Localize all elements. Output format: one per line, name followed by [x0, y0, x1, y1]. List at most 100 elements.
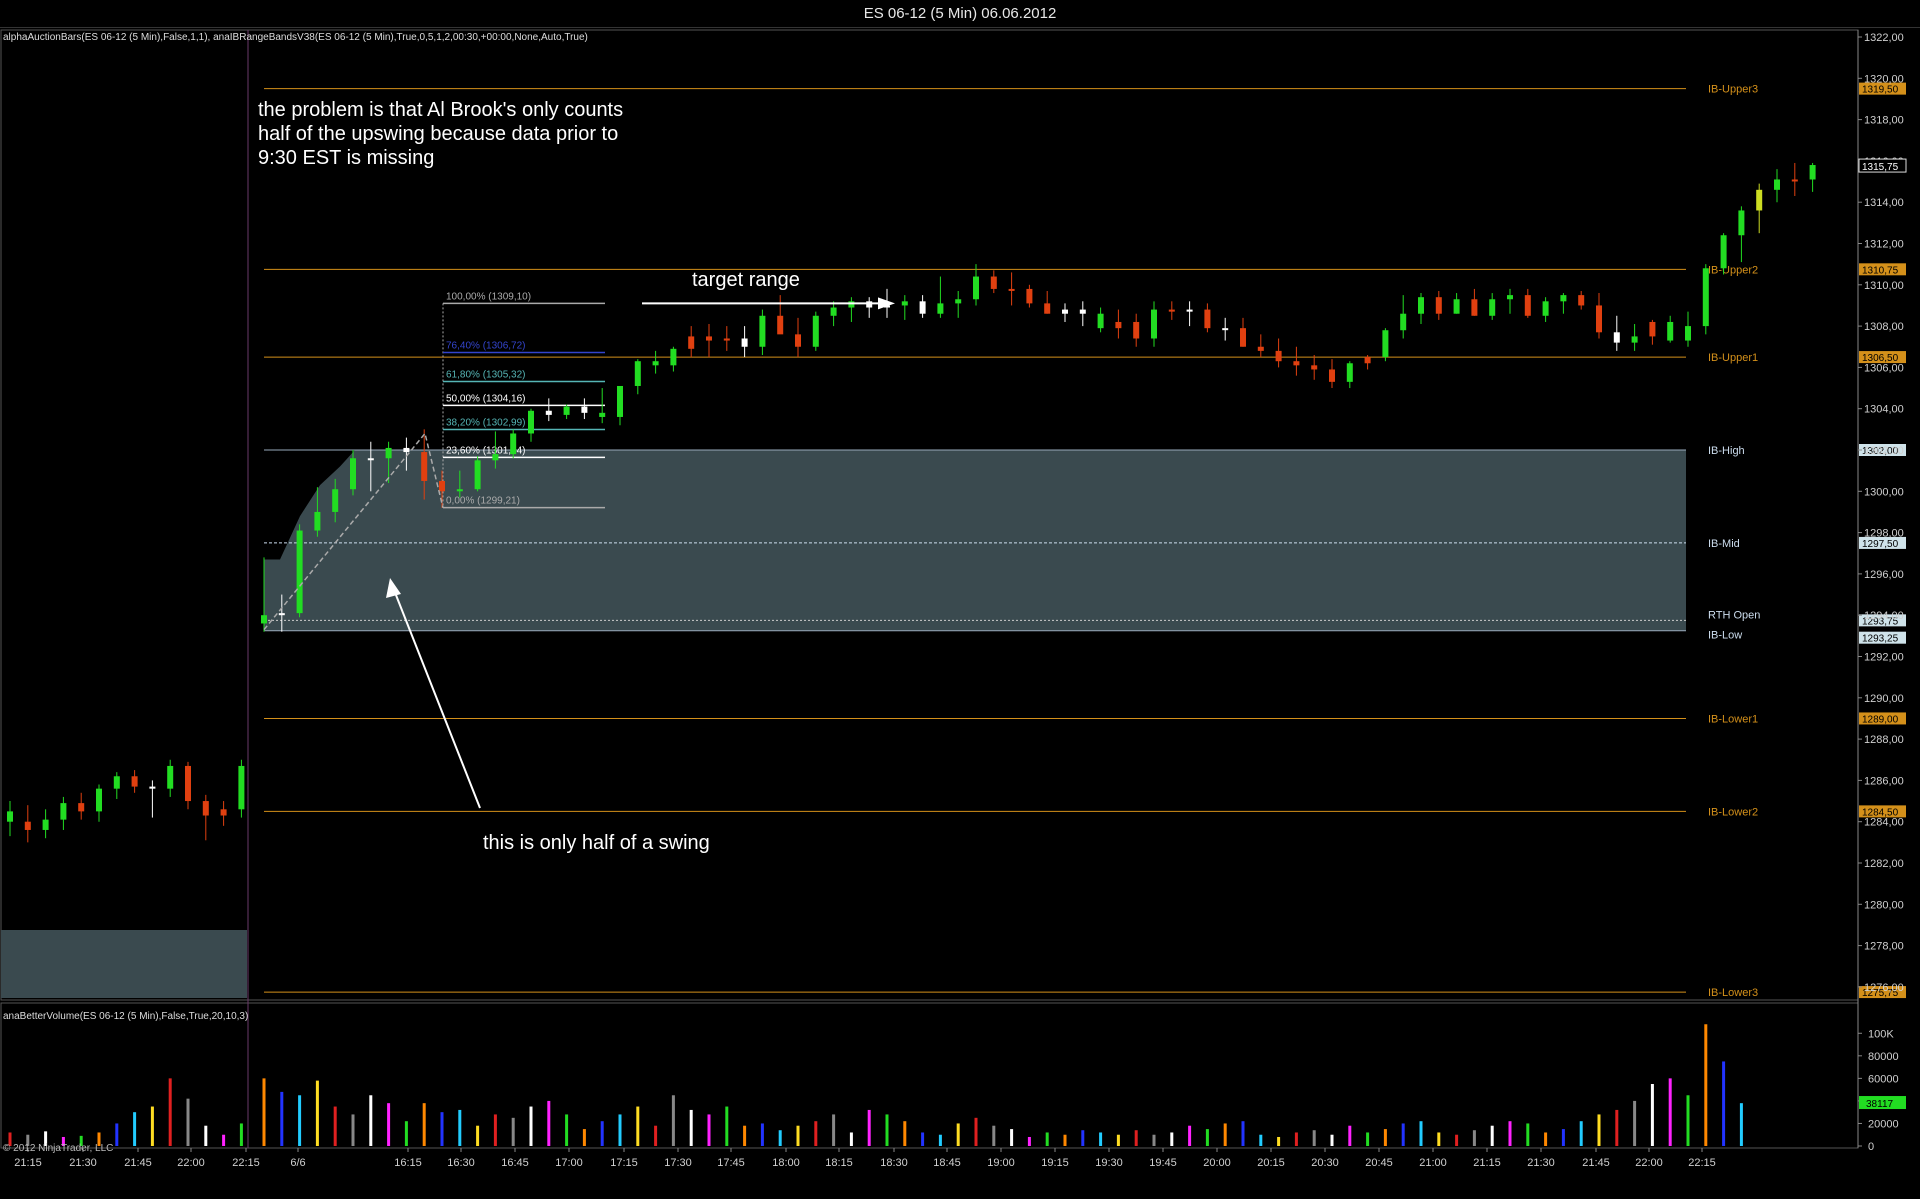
candle	[1418, 293, 1424, 325]
candle-body	[1702, 268, 1709, 327]
fib-level-label: 50,00% (1304,16)	[446, 393, 526, 404]
band-price-label: 1319,50	[1862, 85, 1899, 96]
candle	[1542, 297, 1549, 322]
band-label: IB-Upper2	[1708, 264, 1758, 276]
volume-bar	[796, 1125, 800, 1146]
price-tick-label: 1318,00	[1864, 115, 1904, 127]
volume-bar	[992, 1125, 996, 1146]
candle-body	[617, 385, 623, 417]
volume-bar	[885, 1114, 889, 1146]
candle	[1311, 355, 1318, 380]
candle-body	[1489, 299, 1496, 316]
price-tick-label: 1278,00	[1864, 941, 1904, 953]
price-tick-label: 1280,00	[1864, 899, 1904, 911]
time-tick-label: 22:15	[232, 1157, 260, 1169]
candle-body	[421, 452, 428, 481]
time-tick-label: 17:15	[610, 1157, 638, 1169]
volume-bar	[1668, 1078, 1672, 1146]
copyright-text: © 2012 NinjaTrader, LLC	[3, 1143, 114, 1154]
volume-bar	[1490, 1125, 1494, 1146]
band-label: IB-Mid	[1708, 538, 1740, 550]
volume-bar	[1401, 1123, 1405, 1146]
candle	[937, 276, 944, 318]
price-tick-label: 1288,00	[1864, 734, 1904, 746]
annotation-target-range: target range	[692, 269, 800, 291]
candle-body	[1791, 179, 1798, 182]
volume-bar	[1526, 1123, 1530, 1146]
band-label: IB-Lower2	[1708, 806, 1758, 818]
candle-body	[599, 412, 606, 417]
time-tick-label: 19:00	[987, 1157, 1015, 1169]
candle-body	[403, 447, 410, 453]
candle-body	[1524, 295, 1531, 316]
volume-bar	[1419, 1121, 1423, 1146]
candle-body	[350, 458, 356, 490]
candle	[1524, 288, 1531, 318]
candle	[866, 297, 873, 318]
candle-body	[581, 406, 588, 413]
candle	[528, 408, 534, 442]
candle	[830, 301, 837, 327]
volume-bar	[1027, 1136, 1031, 1146]
candle	[723, 326, 730, 351]
price-chart[interactable]: IB-Upper3 1319,50 IB-Upper2 1310,75 IB-Upper…	[0, 0, 1920, 1199]
candle	[1364, 355, 1371, 370]
time-tick-label: 19:30	[1095, 1157, 1123, 1169]
candle-body	[1329, 369, 1335, 382]
time-tick-label: 16:30	[447, 1157, 475, 1169]
annotation-problem-line3: 9:30 EST is missing	[258, 147, 435, 169]
candle-body	[314, 511, 321, 531]
time-tick-label: 17:00	[555, 1157, 583, 1169]
candle	[1578, 290, 1585, 310]
volume-bar	[725, 1106, 729, 1146]
candle	[474, 456, 481, 492]
volume-bar	[974, 1117, 978, 1146]
volume-bar	[778, 1130, 782, 1146]
candle	[1275, 338, 1282, 368]
annotation-problem-line1: the problem is that Al Brook's only coun…	[258, 99, 624, 121]
volume-bar	[565, 1114, 569, 1146]
price-tick-label: 1300,00	[1864, 486, 1904, 498]
candle	[296, 524, 303, 618]
volume-bar	[404, 1121, 408, 1146]
candle-body	[1596, 305, 1602, 333]
candle	[1062, 303, 1068, 322]
volume-bar	[1704, 1024, 1708, 1146]
candle-body	[332, 489, 339, 512]
candle-body	[1115, 321, 1122, 329]
volume-bar	[511, 1117, 515, 1146]
candle-body	[185, 765, 191, 802]
candle-body	[1756, 189, 1763, 211]
candle	[741, 326, 748, 358]
volume-bar	[315, 1080, 319, 1146]
volume-bar	[280, 1091, 284, 1146]
volume-bar	[903, 1121, 907, 1146]
annotation-half-swing: this is only half of a swing	[483, 832, 710, 854]
candle	[777, 295, 784, 335]
volume-bar	[671, 1095, 675, 1146]
candle	[955, 290, 962, 318]
candle-body	[1346, 363, 1353, 382]
candle-body	[261, 615, 267, 624]
candle-body	[723, 338, 730, 341]
volume-bar	[1348, 1125, 1352, 1146]
volume-bar	[387, 1103, 391, 1146]
candle-body	[1435, 297, 1442, 314]
time-tick-label: 18:15	[825, 1157, 853, 1169]
volume-bar	[186, 1098, 190, 1146]
price-tick-label: 1298,00	[1864, 528, 1904, 540]
candle	[670, 346, 677, 372]
candle-body	[296, 530, 303, 614]
time-tick-label: 21:15	[14, 1157, 42, 1169]
fib-level-label: 76,40% (1306,72)	[446, 341, 526, 352]
volume-bar	[1455, 1134, 1459, 1146]
candle-body	[1631, 336, 1638, 343]
volume-bar	[1170, 1132, 1174, 1146]
band-label: IB-High	[1708, 445, 1745, 457]
candle-body	[456, 489, 463, 492]
volume-bar	[529, 1106, 533, 1146]
volume-bar	[689, 1109, 693, 1146]
candle-body	[1613, 332, 1620, 343]
time-axis: 21:15 21:30 21:45 22:00 22:15 6/6 16:15 16:30 16…	[14, 1148, 1716, 1169]
volume-bar	[1152, 1134, 1156, 1146]
